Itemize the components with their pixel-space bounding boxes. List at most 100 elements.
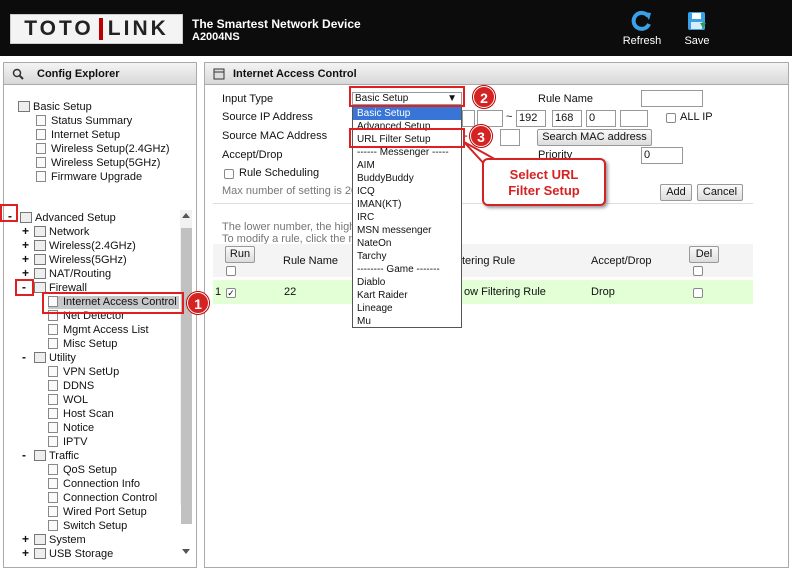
dropdown-option[interactable]: Diablo: [353, 276, 461, 289]
input-type-label: Input Type: [222, 93, 274, 105]
usb-toggle[interactable]: +: [22, 547, 30, 559]
rule-scheduling-label: Rule Scheduling: [239, 167, 320, 179]
del-button[interactable]: Del: [689, 246, 719, 263]
tree-wol[interactable]: WOL: [48, 394, 88, 407]
tree-wired-port-setup[interactable]: Wired Port Setup: [48, 506, 147, 519]
page-icon: [48, 408, 58, 419]
network-toggle[interactable]: +: [22, 225, 30, 237]
page-icon: [48, 464, 58, 475]
dropdown-option[interactable]: Basic Setup: [353, 107, 461, 120]
tree-switch-setup[interactable]: Switch Setup: [48, 520, 127, 533]
dropdown-option[interactable]: Mu: [353, 315, 461, 328]
sidebar-scroll-thumb[interactable]: [181, 228, 192, 524]
tree-wireless-24[interactable]: Wireless Setup(2.4GHz): [36, 143, 170, 156]
run-all-checkbox[interactable]: [226, 266, 236, 276]
tree-label: Misc Setup: [63, 338, 118, 350]
dropdown-option[interactable]: Kart Raider: [353, 289, 461, 302]
dropdown-option[interactable]: AIM: [353, 159, 461, 172]
page-icon: [48, 478, 58, 489]
tree-wireless-5-group[interactable]: Wireless(5GHz): [34, 254, 127, 267]
tree-utility[interactable]: Utility: [34, 352, 76, 365]
tagline: The Smartest Network Device: [192, 17, 361, 31]
folder-icon: [34, 254, 46, 265]
rule-name-header: Rule Name: [283, 255, 339, 267]
dropdown-option[interactable]: Tarchy: [353, 250, 461, 263]
tree-connection-info[interactable]: Connection Info: [48, 478, 140, 491]
utility-toggle[interactable]: -: [22, 351, 30, 363]
tree-advanced-setup[interactable]: Advanced Setup: [20, 212, 116, 225]
tree-vpn-setup[interactable]: VPN SetUp: [48, 366, 119, 379]
row-run-checkbox[interactable]: ✓: [226, 288, 236, 298]
tree-label: Wireless(2.4GHz): [49, 240, 136, 252]
dropdown-option[interactable]: MSN messenger: [353, 224, 461, 237]
refresh-button[interactable]: Refresh: [617, 10, 667, 47]
tree-qos-setup[interactable]: QoS Setup: [48, 464, 117, 477]
ip-end-octet2[interactable]: 168: [552, 110, 582, 127]
ip-end-octet1[interactable]: 192: [516, 110, 546, 127]
tree-misc-setup[interactable]: Misc Setup: [48, 338, 117, 351]
run-button[interactable]: Run: [225, 246, 255, 263]
ip-end-octet3[interactable]: 0: [586, 110, 616, 127]
dropdown-option[interactable]: Lineage: [353, 302, 461, 315]
wireless5-toggle[interactable]: +: [22, 253, 30, 265]
tree-network[interactable]: Network: [34, 226, 89, 239]
tree-wireless-24-group[interactable]: Wireless(2.4GHz): [34, 240, 136, 253]
tree-traffic[interactable]: Traffic: [34, 450, 79, 463]
all-ip-label: ALL IP: [680, 111, 713, 123]
dropdown-option[interactable]: NateOn: [353, 237, 461, 250]
tree-internet-setup[interactable]: Internet Setup: [36, 129, 120, 142]
system-toggle[interactable]: +: [22, 533, 30, 545]
tree-system[interactable]: System: [34, 534, 86, 547]
page-icon: [48, 366, 58, 377]
dropdown-option[interactable]: IRC: [353, 211, 461, 224]
tree-mgmt-access-list[interactable]: Mgmt Access List: [48, 324, 149, 337]
folder-icon: [34, 352, 46, 363]
dropdown-option[interactable]: BuddyBuddy: [353, 172, 461, 185]
tree-wireless-5[interactable]: Wireless Setup(5GHz): [36, 157, 160, 170]
highlight-box-firewall-toggle: [15, 279, 34, 296]
folder-icon: [34, 226, 46, 237]
config-explorer-header: Config Explorer: [4, 63, 196, 85]
tree-ddns[interactable]: DDNS: [48, 380, 94, 393]
tree-nat-routing[interactable]: NAT/Routing: [34, 268, 111, 281]
max-setting-text: Max number of setting is 20: [222, 185, 358, 197]
rule-name-input[interactable]: [641, 90, 703, 107]
tree-label: Utility: [49, 352, 76, 364]
accept-drop-header: Accept/Drop: [591, 255, 652, 267]
wireless24-toggle[interactable]: +: [22, 239, 30, 251]
dropdown-option[interactable]: IMAN(KT): [353, 198, 461, 211]
brand-right-text: LINK: [107, 17, 169, 40]
row-del-checkbox[interactable]: [693, 288, 703, 298]
priority-input[interactable]: 0: [641, 147, 683, 164]
cancel-button[interactable]: Cancel: [697, 184, 743, 201]
monitor-icon: [36, 129, 46, 140]
mac-input[interactable]: [500, 129, 520, 146]
tree-iptv[interactable]: IPTV: [48, 436, 87, 449]
del-all-checkbox[interactable]: [693, 266, 703, 276]
ip-end-octet4[interactable]: [620, 110, 648, 127]
dropdown-option[interactable]: ICQ: [353, 185, 461, 198]
scroll-up-icon[interactable]: [182, 213, 190, 218]
search-mac-button[interactable]: Search MAC address: [537, 129, 652, 146]
highlight-box-select: [349, 86, 465, 107]
save-button[interactable]: Save: [672, 10, 722, 47]
tree-firmware-upgrade[interactable]: Firmware Upgrade: [36, 171, 142, 184]
nat-toggle[interactable]: +: [22, 267, 30, 279]
tree-basic-setup[interactable]: Basic Setup: [18, 101, 92, 114]
tree-host-scan[interactable]: Host Scan: [48, 408, 114, 421]
tree-status-summary[interactable]: Status Summary: [36, 115, 132, 128]
tree-label: System: [49, 534, 86, 546]
brand-logo: TOTO LINK: [10, 14, 183, 44]
rule-name-label: Rule Name: [538, 93, 594, 105]
tree-connection-control[interactable]: Connection Control: [48, 492, 157, 505]
tree-notice[interactable]: Notice: [48, 422, 94, 435]
dropdown-option[interactable]: -------- Game -------: [353, 263, 461, 276]
scroll-down-icon[interactable]: [182, 549, 190, 554]
tree-label: Connection Info: [63, 478, 141, 490]
rule-scheduling-checkbox[interactable]: [224, 169, 234, 179]
ip-start-input[interactable]: [462, 110, 475, 127]
add-button[interactable]: Add: [660, 184, 692, 201]
all-ip-checkbox[interactable]: [666, 113, 676, 123]
tree-usb-storage[interactable]: USB Storage: [34, 548, 113, 561]
traffic-toggle[interactable]: -: [22, 449, 30, 461]
